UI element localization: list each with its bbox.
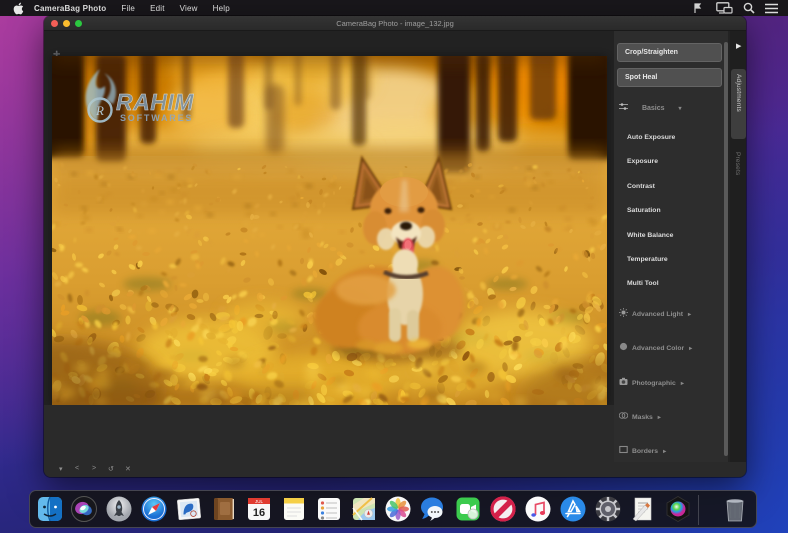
svg-text:R: R: [95, 103, 104, 118]
svg-text:16: 16: [253, 507, 265, 519]
svg-text:JUL: JUL: [255, 499, 263, 504]
svg-text:RAHIM: RAHIM: [116, 89, 194, 115]
svg-text:SOFTWARES: SOFTWARES: [120, 113, 193, 123]
